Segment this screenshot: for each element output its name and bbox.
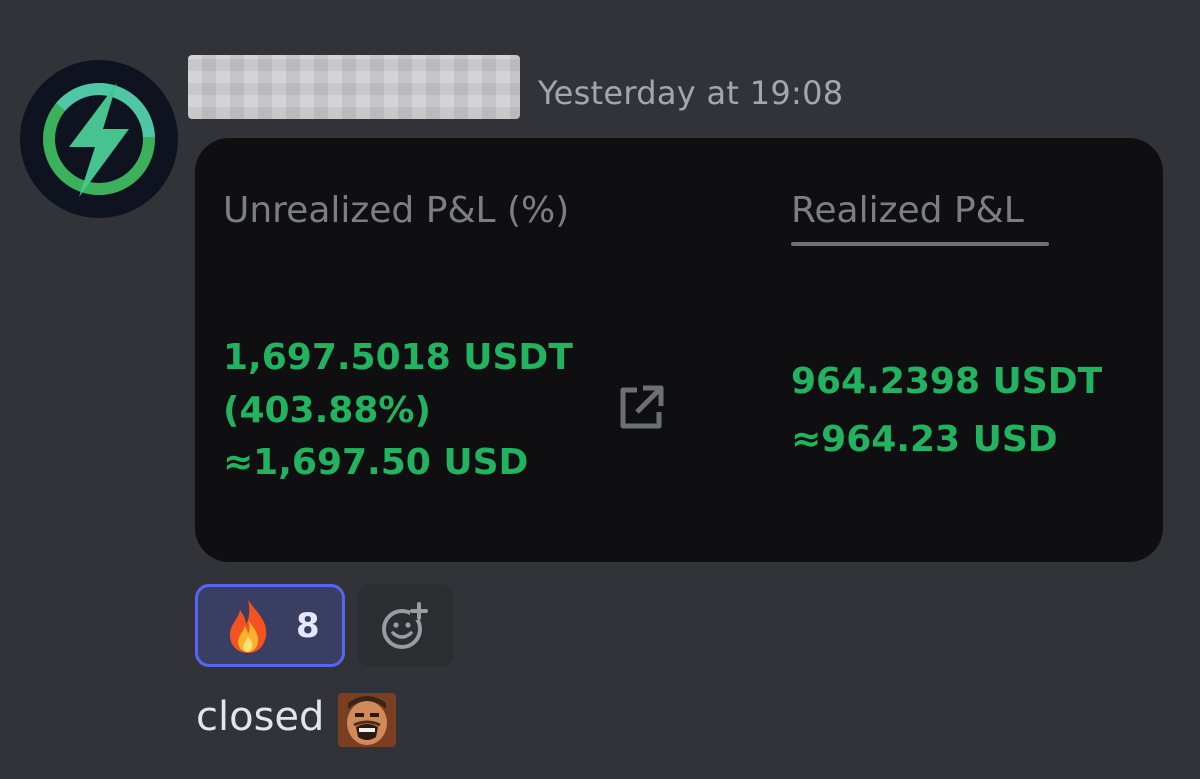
realized-tab-underline (791, 242, 1049, 246)
pnl-card: Unrealized P&L (%) Realized P&L 1,697.50… (195, 138, 1163, 562)
message-text: closed (196, 694, 325, 740)
realized-pnl-title: Realized P&L (791, 190, 1024, 231)
reaction-fire[interactable]: 8 (195, 584, 345, 667)
laughing-man-emoji-icon (338, 693, 396, 747)
username-redacted[interactable] (188, 55, 520, 119)
fire-emoji-icon (230, 599, 267, 653)
add-reaction-icon (381, 601, 428, 649)
realized-usdt-value: 964.2398 USDT (791, 361, 1103, 402)
external-link-icon[interactable] (613, 380, 669, 436)
unrealized-pnl-title: Unrealized P&L (%) (223, 190, 570, 231)
add-reaction-button[interactable] (357, 584, 454, 667)
unrealized-usdt-value: 1,697.5018 USDT (223, 337, 573, 378)
realized-usd-value: ≈964.23 USD (791, 419, 1058, 460)
message-timestamp[interactable]: Yesterday at 19:08 (538, 74, 843, 112)
lightning-bolt-icon (43, 83, 155, 197)
unrealized-percent-value: (403.88%) (223, 390, 431, 431)
unrealized-usd-value: ≈1,697.50 USD (223, 442, 529, 483)
user-avatar[interactable] (20, 60, 178, 218)
reaction-count: 8 (296, 605, 320, 646)
